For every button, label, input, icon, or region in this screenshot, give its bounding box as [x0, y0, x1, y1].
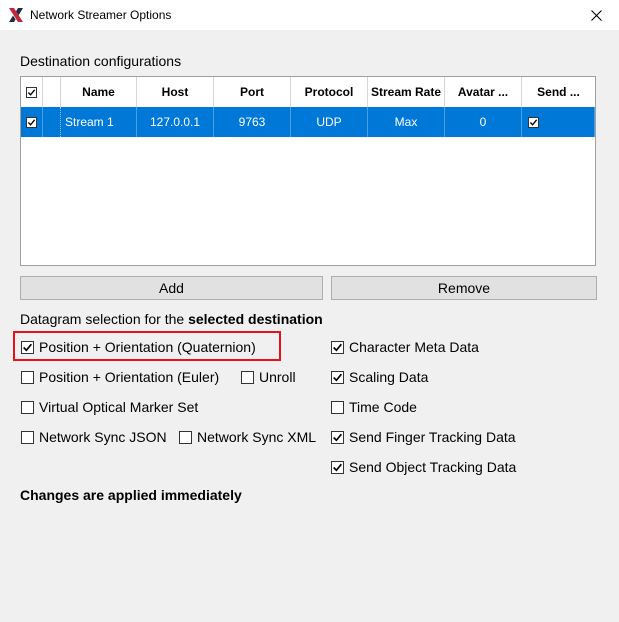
network-sync-json-option[interactable]: Network Sync JSON — [21, 429, 167, 445]
row-avatar[interactable]: 0 — [445, 107, 522, 137]
row-checkbox-cell[interactable] — [21, 107, 43, 137]
close-icon — [590, 9, 602, 21]
checkmark-icon — [23, 343, 32, 351]
position-orientation-quaternion-label: Position + Orientation (Quaternion) — [39, 339, 256, 355]
column-header-host[interactable]: Host — [137, 77, 214, 107]
column-header-port[interactable]: Port — [214, 77, 291, 107]
row-host[interactable]: 127.0.0.1 — [137, 107, 214, 137]
select-all-checkbox[interactable] — [26, 86, 37, 98]
row-name[interactable]: Stream 1 — [61, 107, 137, 137]
datagram-label-bold: selected destination — [188, 311, 323, 327]
send-object-tracking-data-label: Send Object Tracking Data — [349, 459, 517, 475]
virtual-optical-marker-set-option[interactable]: Virtual Optical Marker Set — [21, 399, 198, 415]
character-meta-data-checkbox[interactable] — [331, 340, 344, 354]
column-header-stream-rate[interactable]: Stream Rate — [368, 77, 445, 107]
character-meta-data-label: Character Meta Data — [349, 339, 479, 355]
row-protocol[interactable]: UDP — [291, 107, 368, 137]
position-orientation-euler-checkbox[interactable] — [21, 370, 34, 384]
row-send-cell[interactable] — [522, 107, 595, 137]
header-spacer-cell — [43, 77, 61, 107]
row-enabled-checkbox[interactable] — [26, 116, 37, 128]
column-header-protocol[interactable]: Protocol — [291, 77, 368, 107]
row-send-checkbox[interactable] — [528, 116, 539, 128]
send-finger-tracking-data-label: Send Finger Tracking Data — [349, 429, 516, 445]
position-orientation-quaternion-option[interactable]: Position + Orientation (Quaternion) — [21, 339, 256, 355]
time-code-checkbox[interactable] — [331, 400, 344, 414]
window-title: Network Streamer Options — [30, 8, 172, 22]
checkmark-icon — [333, 343, 342, 351]
row-handle-cell — [43, 107, 61, 137]
position-orientation-euler-label: Position + Orientation (Euler) — [39, 369, 220, 385]
send-finger-tracking-data-checkbox[interactable] — [331, 430, 344, 444]
checkmark-icon — [333, 463, 342, 471]
app-logo-icon — [9, 8, 23, 22]
remove-button[interactable]: Remove — [331, 276, 597, 300]
checkmark-icon — [333, 373, 342, 381]
virtual-optical-marker-set-label: Virtual Optical Marker Set — [39, 399, 199, 415]
title-bar: Network Streamer Options — [0, 0, 619, 30]
scaling-data-option[interactable]: Scaling Data — [331, 369, 428, 385]
virtual-optical-marker-set-checkbox[interactable] — [21, 400, 34, 414]
destinations-grid[interactable]: Name Host Port Protocol Stream Rate Avat… — [20, 76, 596, 266]
header-select-all-cell[interactable] — [21, 77, 43, 107]
checkmark-icon — [333, 433, 342, 441]
checkmark-icon — [27, 88, 36, 96]
add-button[interactable]: Add — [20, 276, 323, 300]
scaling-data-checkbox[interactable] — [331, 370, 344, 384]
datagram-label-prefix: Datagram selection for the — [20, 311, 189, 327]
row-port[interactable]: 9763 — [214, 107, 291, 137]
column-header-avatar[interactable]: Avatar ... — [445, 77, 522, 107]
scaling-data-label: Scaling Data — [349, 369, 429, 385]
unroll-label: Unroll — [259, 369, 296, 385]
network-sync-json-label: Network Sync JSON — [39, 429, 167, 445]
network-sync-json-checkbox[interactable] — [21, 430, 34, 444]
checkmark-icon — [529, 118, 538, 126]
table-row[interactable]: Stream 1 127.0.0.1 9763 UDP Max 0 — [21, 107, 595, 137]
network-sync-xml-checkbox[interactable] — [179, 430, 192, 444]
datagram-selection-label: Datagram selection for the selected dest… — [20, 311, 323, 327]
unroll-checkbox[interactable] — [241, 370, 254, 384]
send-finger-tracking-data-option[interactable]: Send Finger Tracking Data — [331, 429, 516, 445]
unroll-option[interactable]: Unroll — [241, 369, 296, 385]
grid-header: Name Host Port Protocol Stream Rate Avat… — [21, 77, 595, 108]
column-header-send[interactable]: Send ... — [522, 77, 595, 107]
row-stream-rate[interactable]: Max — [368, 107, 445, 137]
time-code-option[interactable]: Time Code — [331, 399, 417, 415]
close-button[interactable] — [573, 0, 619, 30]
network-sync-xml-label: Network Sync XML — [197, 429, 317, 445]
time-code-label: Time Code — [349, 399, 417, 415]
network-sync-xml-option[interactable]: Network Sync XML — [179, 429, 316, 445]
send-object-tracking-data-checkbox[interactable] — [331, 460, 344, 474]
position-orientation-quaternion-checkbox[interactable] — [21, 340, 34, 354]
column-header-name[interactable]: Name — [61, 77, 137, 107]
checkmark-icon — [27, 118, 36, 126]
position-orientation-euler-option[interactable]: Position + Orientation (Euler) — [21, 369, 219, 385]
send-object-tracking-data-option[interactable]: Send Object Tracking Data — [331, 459, 516, 475]
character-meta-data-option[interactable]: Character Meta Data — [331, 339, 479, 355]
destinations-label: Destination configurations — [20, 53, 182, 69]
changes-applied-note: Changes are applied immediately — [20, 487, 242, 503]
